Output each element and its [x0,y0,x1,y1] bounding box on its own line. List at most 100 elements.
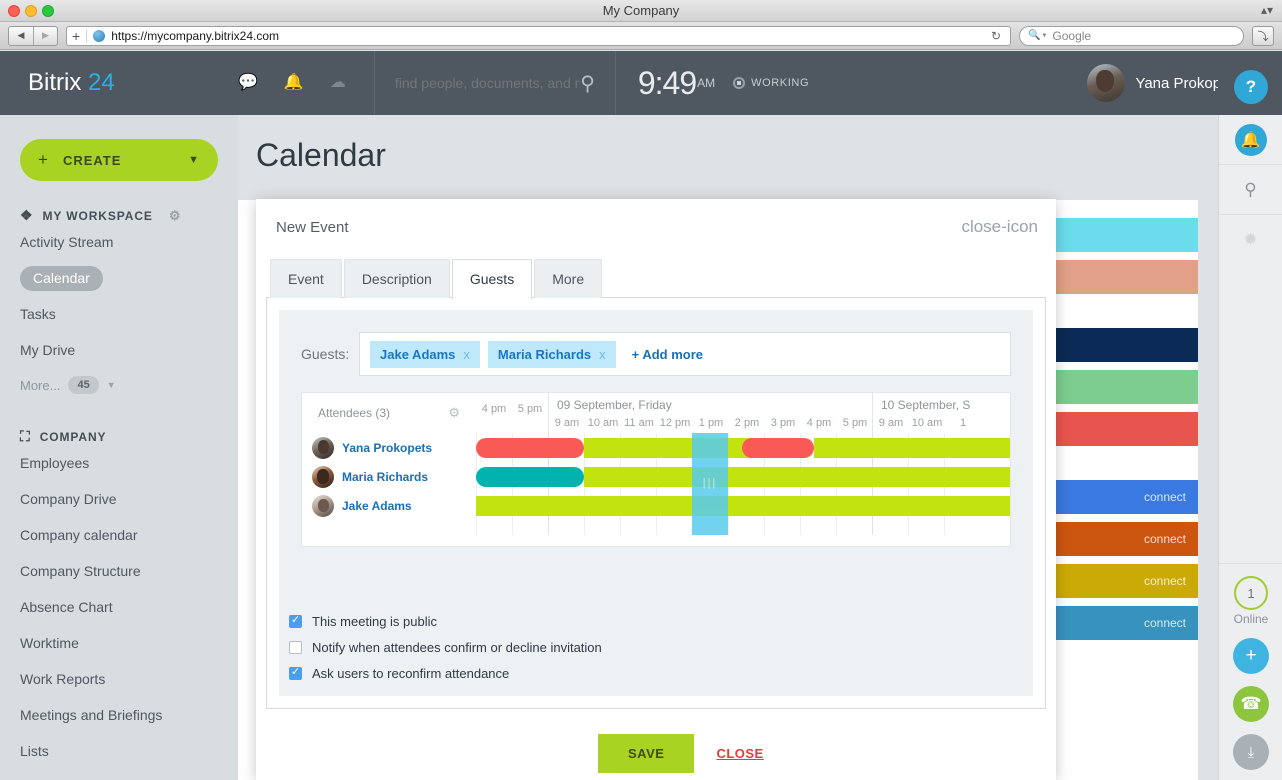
bell-icon[interactable]: 🔔 [1234,123,1267,156]
list-item[interactable]: Yana Prokopets [302,433,476,462]
hour-label: 5 pm [842,417,868,429]
connect-link[interactable]: connect [1144,574,1186,588]
tab-event[interactable]: Event [270,259,342,298]
header-search[interactable]: ⚲ [375,71,615,96]
sidebar-item-company-drive[interactable]: Company Drive [0,481,238,517]
plus-icon[interactable]: + [1233,638,1269,674]
save-button[interactable]: SAVE [598,734,695,773]
bell-icon[interactable]: 🔔 [284,75,304,91]
close-icon[interactable]: close-icon [961,218,1038,235]
guest-chip[interactable]: Maria Richards x [487,340,616,368]
checkbox-1[interactable] [289,640,302,654]
new-event-dialog: New Event close-icon Event Description Gue… [256,199,1056,780]
connect-link[interactable]: connect [1144,532,1186,546]
gear-icon[interactable]: ⚙ [448,405,460,421]
list-item[interactable]: Jake Adams [302,491,476,520]
guests-row: Guests: Jake Adams x Maria Richards x + … [301,332,1011,376]
hour-label: 9 am [554,417,580,429]
connect-link[interactable]: connect [1144,490,1186,504]
scheduler-hours-row: 9 am 10 am 11 am 12 pm 1 pm 2 pm 3 pm 4 pm 5 pm [549,412,872,434]
cancel-button[interactable]: CLOSE [716,746,763,761]
clock-time: 9:49 [637,64,697,101]
tab-more[interactable]: More [534,259,603,298]
reload-icon[interactable]: ↻ [991,29,1005,43]
list-item[interactable]: Maria Richards [302,462,476,491]
add-more-link[interactable]: + Add more [632,347,703,362]
download-icon[interactable]: ⤵ [1252,25,1274,46]
chevron-down-icon[interactable]: ▼ [1041,33,1047,39]
tab-guests[interactable]: Guests [451,259,533,299]
hour-label: 1 pm [698,417,724,429]
download-icon[interactable]: ⤓ [1233,734,1269,770]
avatar[interactable] [1087,64,1126,102]
building-icon: ⛶ [20,428,31,444]
connect-link[interactable]: connect [1144,616,1186,630]
remove-guest-icon[interactable]: x [463,347,470,362]
hour-label: 4 pm [806,417,832,429]
guests-input[interactable]: Jake Adams x Maria Richards x + Add more [359,332,1011,376]
expand-icon[interactable]: ▴▾ [1261,4,1274,17]
checkbox-row[interactable]: Ask users to reconfirm attendance [289,660,602,686]
search-icon[interactable]: ⚲ [1244,180,1256,200]
sidebar-item-label: Work Reports [20,671,106,687]
chat-icon[interactable]: 💬 [238,75,258,91]
nav-group-my-workspace: ❖ MY WORKSPACE ⚙ [0,207,238,224]
help-button[interactable]: ? [1234,70,1268,104]
plus-icon[interactable]: + [72,28,88,43]
url-bar[interactable]: + https://mycompany.bitrix24.com ↻ [66,25,1011,46]
header-icon-group: 💬 🔔 ☁ [238,75,374,91]
rail-bottom-group: 1 Online + ☎ ⤓ [1219,563,1282,780]
nav-buttons[interactable]: ◀ ▶ [8,25,58,46]
create-button[interactable]: + CREATE ▼ [20,139,218,181]
back-icon[interactable]: ◀ [9,27,33,45]
sidebar-item-company-calendar[interactable]: Company calendar [0,517,238,553]
avatar [312,436,334,459]
tab-description[interactable]: Description [343,259,450,298]
checkbox-0[interactable] [289,614,302,628]
browser-search-field[interactable]: 🔍 ▼ Google [1019,25,1244,46]
forward-icon[interactable]: ▶ [33,26,57,45]
sidebar-item-company-structure[interactable]: Company Structure [0,553,238,589]
phone-icon[interactable]: ☎ [1233,686,1269,722]
sidebar-item-work-reports[interactable]: Work Reports [0,661,238,697]
sidebar-item-absence-chart[interactable]: Absence Chart [0,589,238,625]
rail-notifications[interactable]: 🔔 [1219,115,1282,165]
sidebar-item-my-drive[interactable]: My Drive [0,332,238,368]
sidebar-item-worktime[interactable]: Worktime [0,625,238,661]
remove-guest-icon[interactable]: x [599,347,606,362]
sidebar-more[interactable]: More... 45 ▼ [0,368,238,402]
sidebar-item-calendar[interactable]: Calendar [0,260,238,296]
checkbox-row[interactable]: This meeting is public [289,608,602,634]
logo[interactable]: Bitrix 24 [0,69,238,97]
sidebar-item-meetings-and-briefings[interactable]: Meetings and Briefings [0,697,238,733]
availability-grid[interactable]: ||| [476,433,1010,535]
dialog-tabs: Event Description Guests More [256,236,1056,299]
tab-panel-guests: Guests: Jake Adams x Maria Richards x + … [266,297,1046,709]
hour-label: 4 pm [481,403,507,415]
sidebar-item-tasks[interactable]: Tasks [0,296,238,332]
rail-search[interactable]: ⚲ [1219,165,1282,215]
sidebar-item-activity-stream[interactable]: Activity Stream [0,224,238,260]
checkbox-2[interactable] [289,666,302,680]
sidebar-item-lists[interactable]: Lists [0,733,238,769]
tab-label: Guests [469,271,515,287]
scheduler-days: 4 pm 5 pm 09 September, Friday 9 am 10 am 11 … [476,393,1010,433]
online-count-badge[interactable]: 1 [1234,576,1268,610]
guest-chip[interactable]: Jake Adams x [370,340,480,368]
time-selection-handle[interactable]: ||| [692,433,728,535]
sidebar-item-employees[interactable]: Employees [0,445,238,481]
tab-label: Event [288,271,324,287]
clock-widget[interactable]: 9:49 AM WORKING [616,65,831,102]
search-icon[interactable]: ⚲ [580,71,595,96]
search-input[interactable] [394,75,581,91]
gear-icon[interactable]: ⚙ [169,208,182,224]
cloud-icon[interactable]: ☁ [330,75,346,91]
sidebar-item-label: Tasks [20,306,56,322]
sidebar-item-label: Worktime [20,635,79,651]
checkbox-row[interactable]: Notify when attendees confirm or decline… [289,634,602,660]
status-badge[interactable]: WORKING [733,77,809,89]
availability-bar [742,438,815,458]
drag-handle-icon[interactable]: ||| [703,477,718,489]
chevron-down-icon[interactable]: ▼ [188,154,200,166]
chevron-down-icon[interactable]: ▼ [107,380,116,390]
